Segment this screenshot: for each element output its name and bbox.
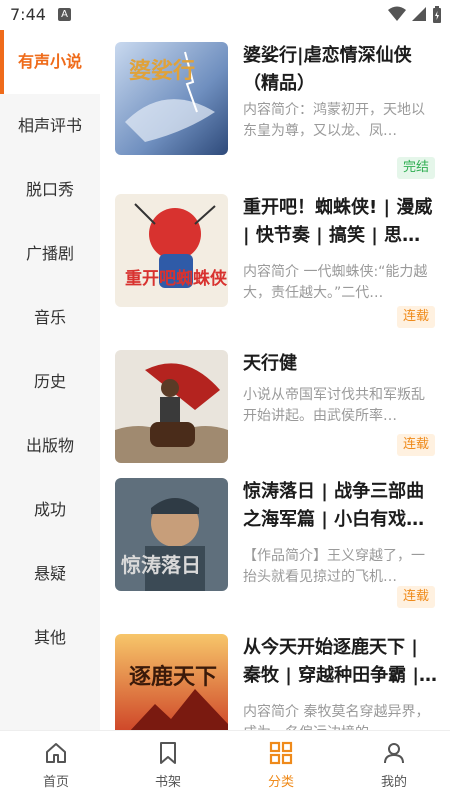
list-item[interactable]: 惊涛落日 惊涛落日 | 战争三部曲之海军篇 | 小白有戏… 【作品简介】王义穿越… bbox=[100, 466, 450, 611]
sidebar-item-audio-novel[interactable]: 有声小说 bbox=[0, 30, 100, 94]
cover-title: 逐鹿天下 bbox=[129, 664, 217, 690]
sidebar-item-crosstalk[interactable]: 相声评书 bbox=[0, 94, 100, 158]
notification-icon: A bbox=[58, 8, 71, 21]
nav-label: 首页 bbox=[42, 775, 69, 790]
sidebar-item-success[interactable]: 成功 bbox=[0, 478, 100, 542]
book-description: 内容简介 秦牧莫名穿越异界，成为一名偏远边境的… bbox=[243, 704, 430, 730]
battery-icon bbox=[433, 6, 441, 23]
status-badge: 完结 bbox=[396, 157, 435, 179]
bookmark-icon bbox=[160, 742, 176, 764]
book-title: 重开吧！蜘蛛侠! | 漫威 | 快节奏 | 搞笑 | 思想… bbox=[243, 197, 433, 246]
book-cover bbox=[115, 350, 228, 463]
nav-home[interactable]: 首页 bbox=[0, 731, 112, 800]
bottom-nav: 首页 书架 分类 我的 bbox=[0, 730, 450, 800]
category-sidebar: 有声小说 相声评书 脱口秀 广播剧 音乐 历史 出版物 成功 悬疑 其他 bbox=[0, 30, 100, 730]
book-cover: 惊涛落日 bbox=[115, 478, 228, 591]
book-cover: 重开吧蜘蛛侠 bbox=[115, 194, 228, 307]
book-list: 婆娑行 婆娑行|虐恋情深仙侠（精品） 内容简介：鸿蒙初开，天地以东皇为尊，又以龙… bbox=[100, 30, 450, 730]
sidebar-item-history[interactable]: 历史 bbox=[0, 350, 100, 414]
sidebar-item-publications[interactable]: 出版物 bbox=[0, 414, 100, 478]
cover-title: 惊涛落日 bbox=[121, 553, 201, 577]
cover-title: 婆娑行 bbox=[129, 58, 195, 84]
sidebar-item-music[interactable]: 音乐 bbox=[0, 286, 100, 350]
list-item[interactable]: 重开吧蜘蛛侠 重开吧！蜘蛛侠! | 漫威 | 快节奏 | 搞笑 | 思想… 内容… bbox=[100, 182, 450, 328]
list-item[interactable]: 逐鹿天下 从今天开始逐鹿天下 | 秦牧 | 穿越种田争霸 | … 内容简介 秦牧… bbox=[100, 622, 450, 730]
list-item[interactable]: 婆娑行 婆娑行|虐恋情深仙侠（精品） 内容简介：鸿蒙初开，天地以东皇为尊，又以龙… bbox=[100, 30, 450, 179]
nav-profile[interactable]: 我的 bbox=[338, 731, 450, 800]
book-cover: 逐鹿天下 bbox=[115, 634, 228, 730]
person-icon bbox=[384, 743, 404, 764]
category-grid-icon bbox=[269, 741, 293, 765]
status-icons bbox=[387, 6, 442, 24]
list-item[interactable]: 天行健 小说从帝国军讨伐共和军叛乱开始讲起。由武侯所率… 连载 bbox=[100, 338, 450, 483]
signal-icon bbox=[411, 7, 426, 21]
book-description: 内容简介 一代蜘蛛侠:“能力越大，责任越大。”二代… bbox=[243, 264, 428, 301]
book-description: 内容简介：鸿蒙初开，天地以东皇为尊，又以龙、凤… bbox=[243, 102, 425, 139]
book-description: 【作品简介】王义穿越了，一抬头就看见掠过的飞机… bbox=[243, 548, 425, 585]
home-icon bbox=[46, 743, 66, 763]
nav-label: 分类 bbox=[267, 775, 294, 790]
nav-bookshelf[interactable]: 书架 bbox=[112, 731, 224, 800]
sidebar-item-mystery[interactable]: 悬疑 bbox=[0, 542, 100, 606]
book-title: 婆娑行|虐恋情深仙侠（精品） bbox=[243, 45, 412, 94]
wifi-icon bbox=[387, 6, 406, 21]
status-time: 7:44 bbox=[10, 5, 46, 24]
nav-label: 我的 bbox=[380, 775, 407, 790]
status-badge: 连载 bbox=[396, 306, 435, 328]
book-title: 从今天开始逐鹿天下 | 秦牧 | 穿越种田争霸 | … bbox=[243, 637, 419, 686]
status-badge: 连载 bbox=[396, 434, 435, 456]
sidebar-item-talkshow[interactable]: 脱口秀 bbox=[0, 158, 100, 222]
cover-title: 重开吧蜘蛛侠 bbox=[125, 268, 228, 289]
status-bar: 7:44 A bbox=[0, 0, 450, 30]
nav-label: 书架 bbox=[154, 775, 181, 790]
book-title: 惊涛落日 | 战争三部曲之海军篇 | 小白有戏… bbox=[243, 481, 425, 530]
book-cover: 婆娑行 bbox=[115, 42, 228, 155]
book-description: 小说从帝国军讨伐共和军叛乱开始讲起。由武侯所率… bbox=[243, 387, 425, 424]
status-badge: 连载 bbox=[396, 586, 435, 608]
sidebar-item-other[interactable]: 其他 bbox=[0, 606, 100, 670]
sidebar-item-radio-drama[interactable]: 广播剧 bbox=[0, 222, 100, 286]
book-title: 天行健 bbox=[243, 353, 297, 374]
nav-category[interactable]: 分类 bbox=[225, 731, 337, 800]
